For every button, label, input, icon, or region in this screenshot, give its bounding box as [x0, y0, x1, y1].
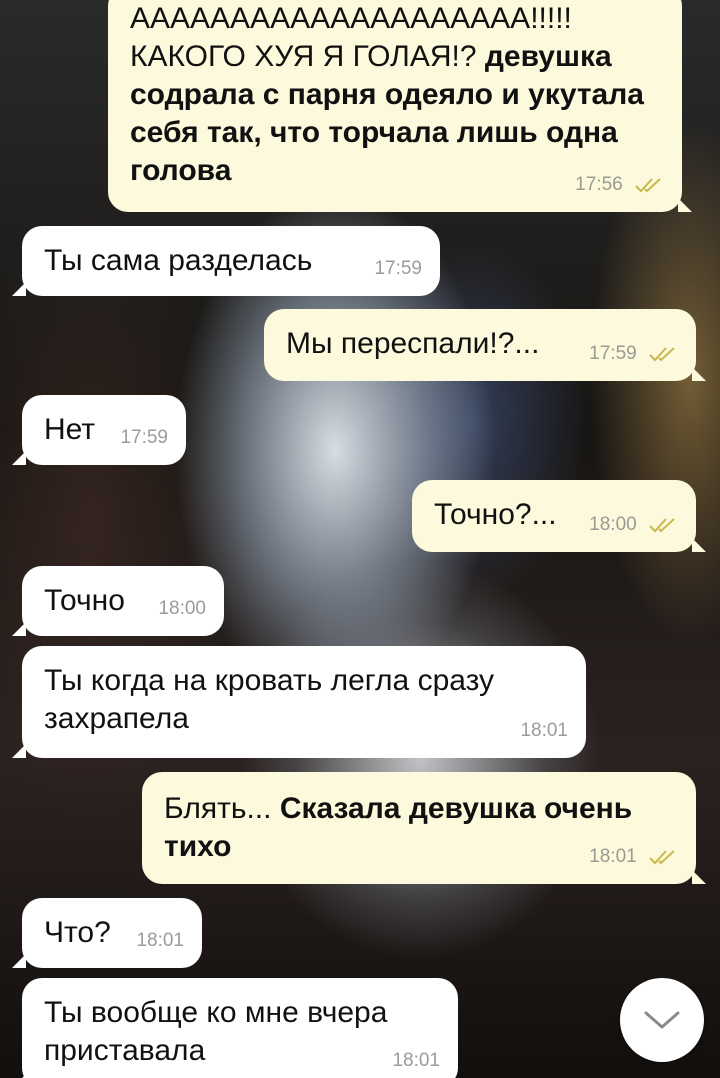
message-text: Точно?...: [434, 498, 557, 531]
outgoing-message[interactable]: Мы переспали!?... 17:59: [264, 309, 706, 381]
outgoing-message[interactable]: Точно?... 18:00: [412, 480, 706, 552]
message-text: Мы переспали!?...: [286, 327, 540, 360]
message-meta: 18:01: [392, 1042, 440, 1078]
message-time: 18:00: [589, 514, 637, 535]
message-meta: 18:01: [136, 922, 184, 960]
message-meta: 17:59: [120, 419, 168, 457]
message-meta: 17:59: [374, 250, 422, 288]
double-check-icon: [649, 850, 675, 865]
message-time: 17:56: [575, 174, 623, 195]
message-time: 17:59: [374, 258, 422, 279]
outgoing-message[interactable]: Блять... Сказала девушка очень тихо 18:0…: [142, 772, 706, 884]
message-text: Что?: [44, 916, 111, 949]
incoming-message[interactable]: Точно 18:00: [12, 566, 224, 636]
message-time: 18:01: [520, 720, 568, 741]
message-time: 18:01: [589, 846, 637, 867]
message-meta: 18:00: [589, 506, 678, 544]
message-time: 18:00: [158, 598, 206, 619]
incoming-message[interactable]: Ты вообще ко мне вчера приставала 18:01: [12, 978, 458, 1078]
double-check-icon: [649, 347, 675, 362]
message-meta: 18:00: [158, 590, 206, 628]
scroll-to-bottom-button[interactable]: [620, 978, 704, 1062]
message-meta: 17:56: [575, 166, 664, 204]
message-time: 18:01: [136, 930, 184, 951]
message-text: Ты вообще ко мне вчера приставала: [44, 996, 388, 1067]
message-text: Ты сама разделась: [44, 244, 313, 277]
incoming-message[interactable]: Ты сама разделась 17:59: [12, 226, 440, 296]
double-check-icon: [649, 518, 675, 533]
message-meta: 18:01: [520, 712, 568, 750]
outgoing-message[interactable]: АААААААААААААААААААА!!!!! КАКОГО ХУЯ Я Г…: [108, 0, 692, 212]
message-text: Нет: [44, 413, 96, 446]
incoming-message[interactable]: Что? 18:01: [12, 898, 202, 968]
message-meta: 17:59: [589, 335, 678, 373]
message-text: Ты когда на кровать легла сразу захрапел…: [44, 664, 495, 735]
message-text: Точно: [44, 584, 125, 617]
message-time: 18:01: [392, 1050, 440, 1071]
message-meta: 18:01: [589, 838, 678, 876]
incoming-message[interactable]: Ты когда на кровать легла сразу захрапел…: [12, 646, 586, 758]
chevron-down-icon: [644, 1011, 680, 1029]
message-time: 17:59: [589, 343, 637, 364]
message-text: Блять...: [164, 792, 280, 825]
message-time: 17:59: [120, 427, 168, 448]
incoming-message[interactable]: Нет 17:59: [12, 395, 186, 465]
message-list[interactable]: АААААААААААААААААААА!!!!! КАКОГО ХУЯ Я Г…: [0, 0, 720, 1078]
double-check-icon: [635, 178, 661, 193]
